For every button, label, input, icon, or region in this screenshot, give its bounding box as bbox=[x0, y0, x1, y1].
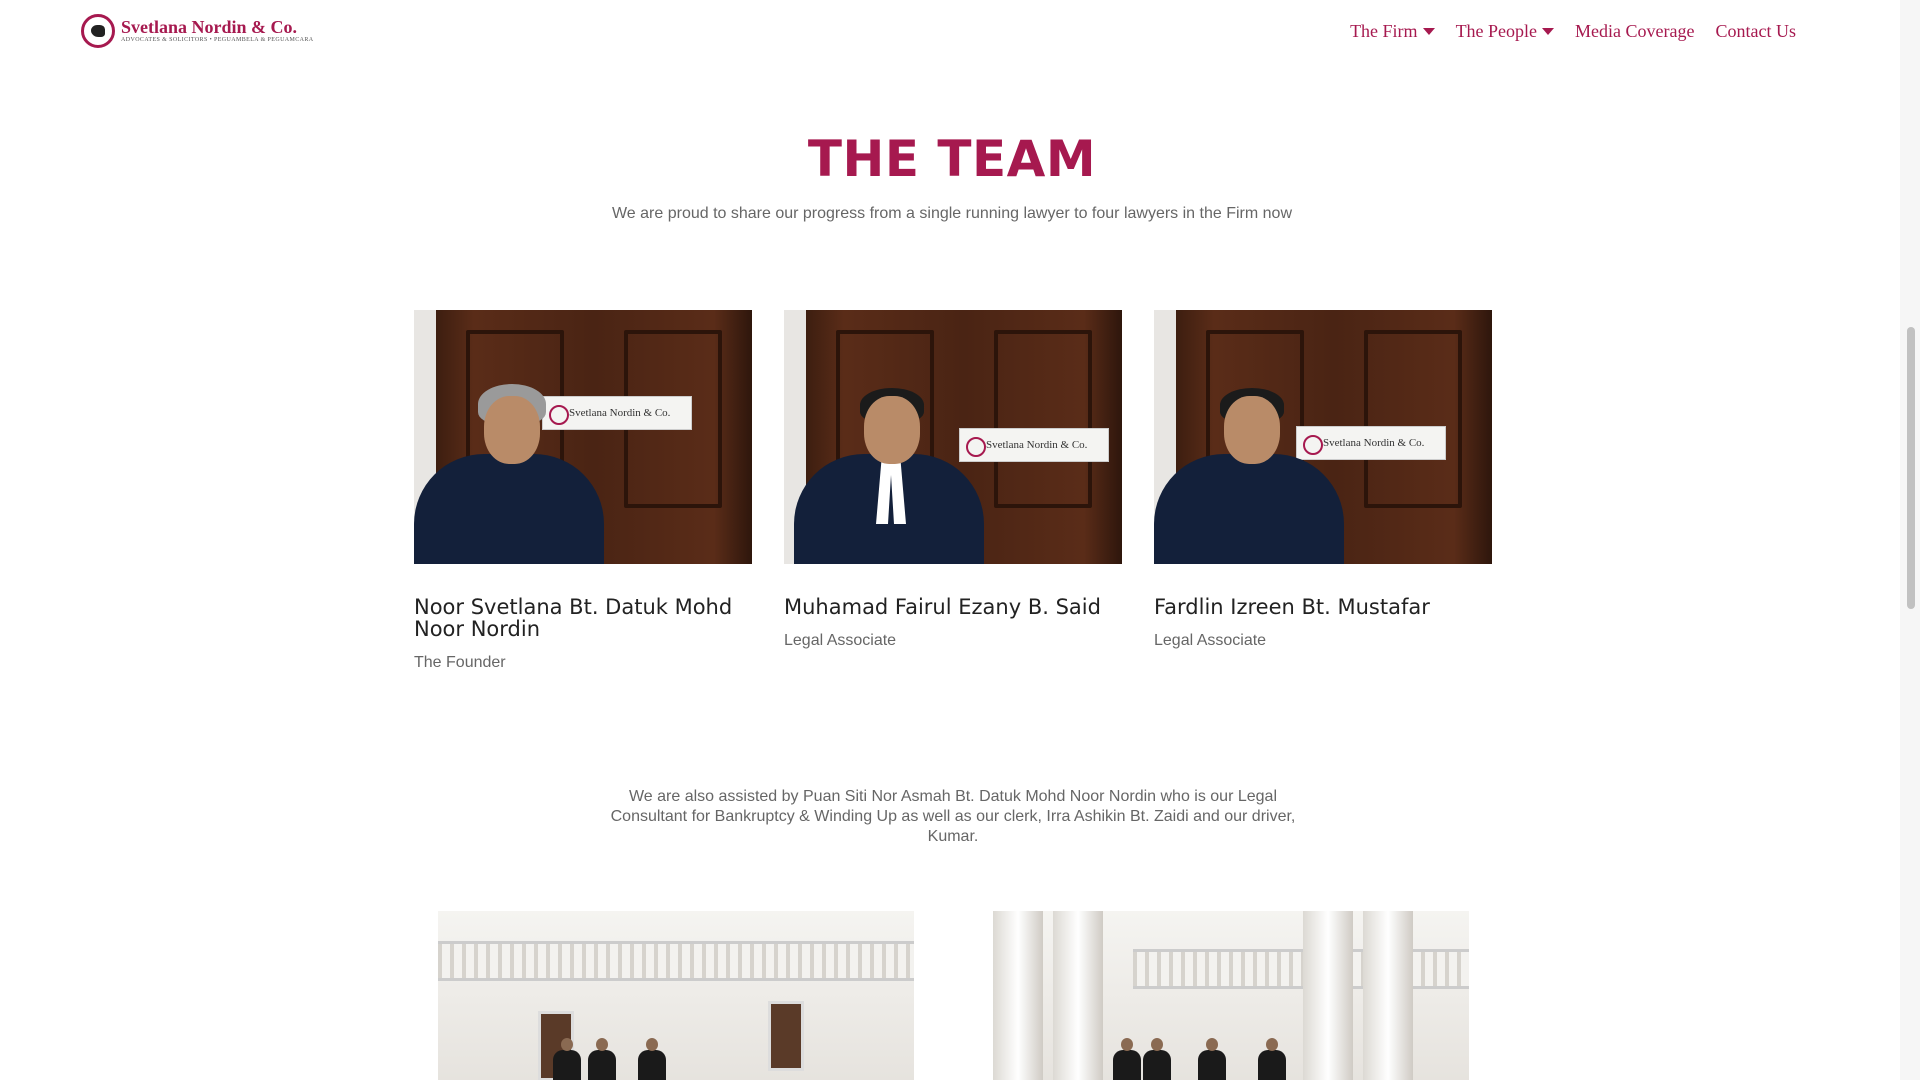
nav-media-coverage-label: Media Coverage bbox=[1575, 21, 1695, 41]
team-member-role: Legal Associate bbox=[1154, 632, 1267, 649]
caret-down-icon bbox=[1542, 28, 1555, 35]
team-member-role: The Founder bbox=[414, 654, 506, 671]
team-card-founder: Svetlana Nordin & Co. Noor Svetlana Bt. … bbox=[414, 310, 752, 672]
logo-text: Svetlana Nordin & Co. ADVOCATES & SOLICI… bbox=[121, 18, 314, 44]
person-figure bbox=[1154, 388, 1344, 564]
person-figure bbox=[794, 388, 984, 564]
team-member-name: Fardlin Izreen Bt. Mustafar bbox=[1154, 595, 1430, 619]
group-photo-1 bbox=[438, 911, 914, 1080]
nav-contact-us[interactable]: Contact Us bbox=[1716, 21, 1797, 42]
logo-name: Svetlana Nordin & Co. bbox=[121, 17, 298, 37]
nav-the-people[interactable]: The People bbox=[1455, 21, 1555, 42]
scrollbar-thumb[interactable] bbox=[1907, 327, 1915, 609]
site-header: Svetlana Nordin & Co. ADVOCATES & SOLICI… bbox=[0, 0, 1900, 64]
nav-the-firm[interactable]: The Firm bbox=[1350, 21, 1435, 42]
team-member-role: Legal Associate bbox=[784, 632, 897, 649]
nav-the-firm-label: The Firm bbox=[1350, 21, 1418, 41]
team-member-name: Noor Svetlana Bt. Datuk Mohd Noor Nordin bbox=[414, 595, 733, 641]
team-card-associate-2: Svetlana Nordin & Co. Fardlin Izreen Bt.… bbox=[1154, 310, 1492, 650]
logo-tagline: ADVOCATES & SOLICITORS • PEGUAMBELA & PE… bbox=[121, 37, 314, 43]
caret-down-icon bbox=[1422, 28, 1435, 35]
page-subtitle: We are proud to share our progress from … bbox=[611, 205, 1292, 222]
team-member-name: Muhamad Fairul Ezany B. Said bbox=[784, 595, 1101, 619]
logo-seal-icon bbox=[81, 14, 115, 48]
person-figure bbox=[414, 384, 604, 564]
assistance-text: We are also assisted by Puan Siti Nor As… bbox=[610, 788, 1296, 845]
group-photo-2 bbox=[993, 911, 1469, 1080]
nav-contact-us-label: Contact Us bbox=[1715, 21, 1797, 41]
team-card-associate-1: Svetlana Nordin & Co. Muhamad Fairul Eza… bbox=[784, 310, 1122, 650]
team-photo: Svetlana Nordin & Co. bbox=[1154, 310, 1492, 564]
team-photo: Svetlana Nordin & Co. bbox=[784, 310, 1122, 564]
main-nav: The Firm The People Media Coverage Conta… bbox=[1350, 21, 1796, 42]
page-scrollbar[interactable] bbox=[1900, 0, 1920, 1080]
nav-media-coverage[interactable]: Media Coverage bbox=[1575, 21, 1694, 42]
page-title: THE TEAM bbox=[807, 130, 1097, 188]
site-logo[interactable]: Svetlana Nordin & Co. ADVOCATES & SOLICI… bbox=[81, 14, 314, 48]
nav-the-people-label: The People bbox=[1455, 21, 1538, 41]
team-photo: Svetlana Nordin & Co. bbox=[414, 310, 752, 564]
